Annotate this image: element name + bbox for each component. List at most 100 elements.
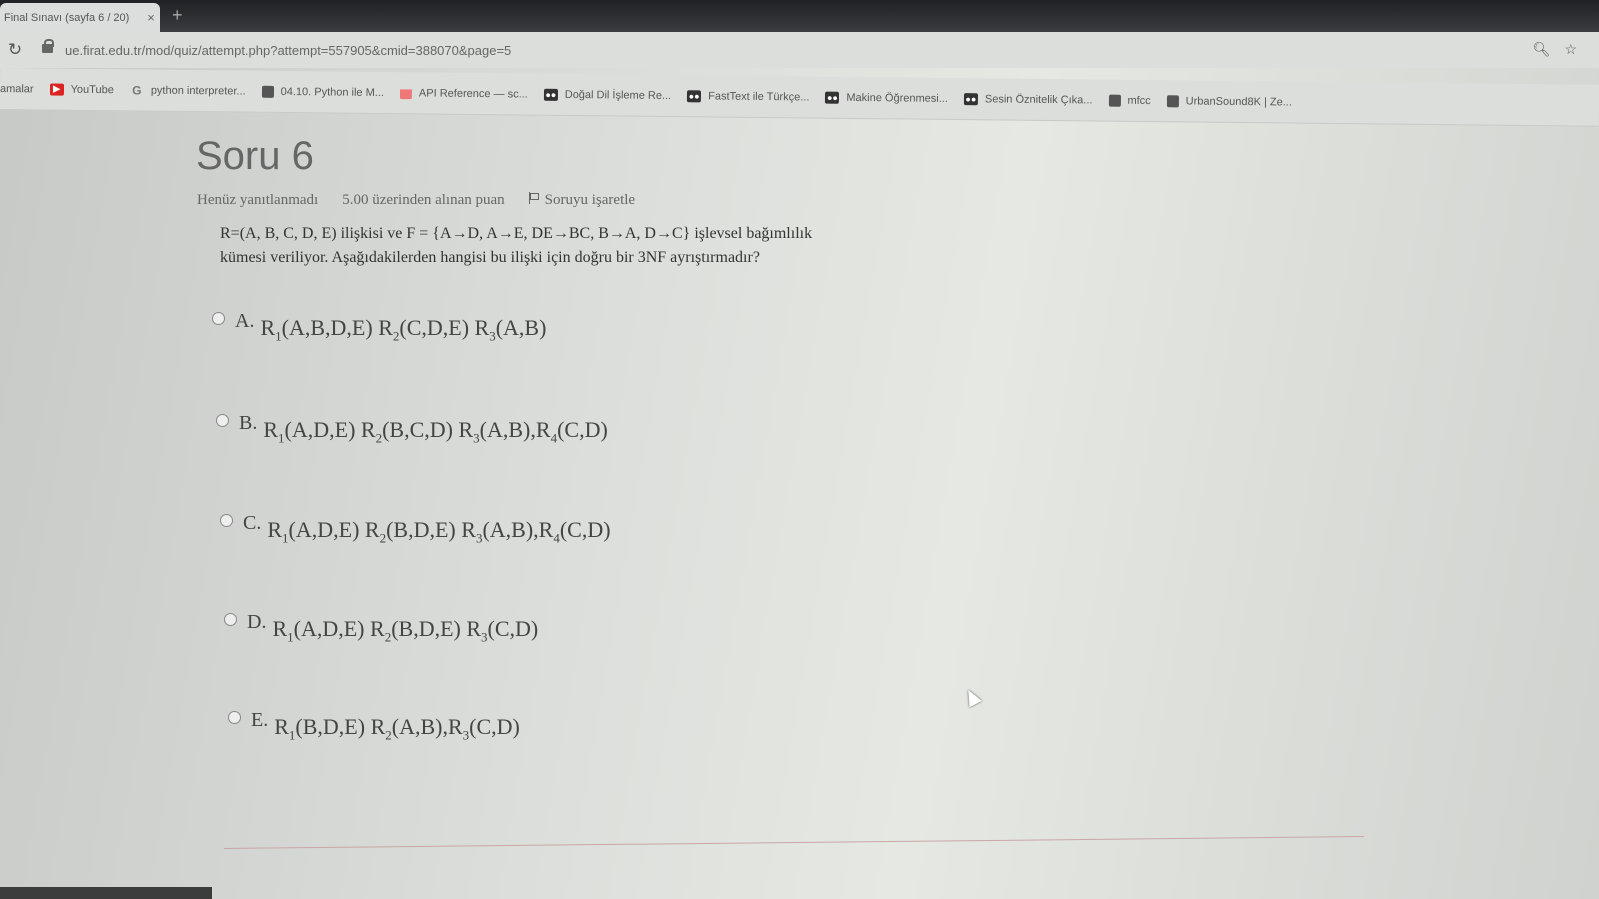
bookmark-item[interactable]: ●● Doğal Dil İşleme Re... [543, 88, 671, 102]
answer-radio[interactable] [216, 414, 229, 427]
bookmark-item[interactable]: amalar [0, 83, 34, 95]
google-icon: G [132, 82, 142, 97]
relation: R4(C,D) [535, 417, 608, 446]
bookmark-label: Sesin Öznitelik Çıka... [984, 92, 1093, 106]
answer-radio[interactable] [228, 711, 241, 724]
question-points: 5.00 üzerinden alınan puan [342, 192, 505, 208]
answer-option[interactable]: C. R1(A,D,E) R2(B,D,E) R3(A,B),R4(C,D) [220, 512, 611, 546]
new-tab-icon[interactable]: + [172, 5, 183, 26]
relation: R1(A,B,D,E) [260, 315, 378, 343]
flag-question-link[interactable]: Soruyu işaretle [528, 192, 636, 209]
globe-icon [1108, 94, 1121, 107]
bookmark-item[interactable]: UrbanSound8K | Ze... [1166, 94, 1292, 109]
youtube-icon: ▶ [49, 83, 64, 96]
question-text: R=(A, B, C, D, E) ilişkisi ve F = {A→D, … [220, 222, 920, 270]
reload-icon[interactable]: ↻ [1, 40, 29, 60]
relation: R1(A,D,E) [272, 616, 370, 644]
flag-icon [528, 192, 539, 204]
option-text: R1(B,D,E) R2(A,B),R3(C,D) [274, 714, 520, 743]
option-letter: D. [247, 611, 267, 633]
answer-option[interactable]: E. R1(B,D,E) R2(A,B),R3(C,D) [228, 709, 520, 743]
bookmark-item[interactable]: ●● FastText ile Türkçe... [687, 89, 809, 103]
bookmark-label: mfcc [1127, 94, 1151, 107]
bookmark-label: API Reference — sc... [418, 86, 528, 101]
bookmark-label: Makine Öğrenmesi... [846, 91, 948, 105]
relation: R2(B,D,E) [370, 616, 466, 644]
bookmark-item[interactable]: API Reference — sc... [399, 86, 528, 101]
relation-separator [469, 315, 475, 340]
relation-attributes: (A,D,E) [284, 417, 356, 442]
answer-radio[interactable] [220, 514, 233, 527]
mouse-cursor-icon [962, 686, 982, 708]
chart-icon [399, 86, 413, 99]
relation-attributes: (A,B), [482, 517, 539, 542]
relation-attributes: (C,D,E) [399, 315, 470, 340]
bookmark-item[interactable]: mfcc [1108, 94, 1151, 107]
answer-option[interactable]: D. R1(A,D,E) R2(B,D,E) R3(C,D) [224, 611, 538, 645]
lock-icon [41, 39, 55, 56]
bookmark-item[interactable]: 04.10. Python ile M... [261, 85, 384, 99]
bookmark-item[interactable]: ▶ YouTube [49, 83, 114, 96]
relation-attributes: (C,D) [469, 714, 520, 739]
url-text: ue.firat.edu.tr/mod/quiz/attempt.php?att… [65, 42, 512, 58]
zoom-icon[interactable]: 🔍︎ [1533, 41, 1551, 58]
relation: R3(C,D) [447, 714, 520, 743]
relation-attributes: (A,B), [391, 714, 448, 739]
option-text: R1(A,D,E) R2(B,D,E) R3(C,D) [272, 616, 538, 645]
address-bar[interactable]: ue.firat.edu.tr/mod/quiz/attempt.php?att… [41, 37, 1521, 63]
option-text: R1(A,D,E) R2(B,C,D) R3(A,B),R4(C,D) [263, 417, 607, 446]
page-title: Soru 6 [196, 134, 314, 178]
relation: R1(A,D,E) [267, 517, 365, 545]
tab-close-icon[interactable]: × [142, 10, 160, 25]
answer-radio[interactable] [212, 312, 225, 325]
question-info: Henüz yanıtlanmadı 5.00 üzerinden alınan… [197, 192, 635, 209]
question-text-line: R=(A, B, C, D, E) ilişkisi ve F = {A→D, … [220, 225, 813, 242]
relation: R2(B,C,D) [361, 417, 459, 445]
relation-attributes: (A,B), [479, 417, 536, 442]
relation-attributes: (C,D) [557, 417, 608, 442]
medium-icon: ●● [687, 89, 702, 102]
medium-icon: ●● [825, 91, 840, 104]
relation-attributes: (B,C,D) [382, 417, 453, 442]
relation: R1(B,D,E) [274, 714, 370, 742]
relation-attributes: (C,D) [559, 517, 611, 542]
relation-attributes: (C,D) [487, 616, 539, 641]
relation: R2(C,D,E) [378, 315, 475, 343]
answer-option[interactable]: B. R1(A,D,E) R2(B,C,D) R3(A,B),R4(C,D) [216, 412, 608, 446]
bookmark-label: amalar [0, 82, 34, 95]
option-text: R1(A,D,E) R2(B,D,E) R3(A,B),R4(C,D) [267, 517, 610, 546]
bookmark-item[interactable]: ●● Makine Öğrenmesi... [825, 91, 948, 104]
bookmark-star-icon[interactable]: ☆ [1564, 41, 1577, 58]
divider [223, 836, 1364, 849]
relation: R3(C,D) [466, 616, 539, 645]
relation: R4(C,D) [538, 517, 611, 546]
bookmark-label: YouTube [70, 83, 114, 96]
bookmark-label: python interpreter... [150, 84, 246, 98]
question-status: Henüz yanıtlanmadı [197, 192, 319, 208]
tab-title: Final Sınavı (sayfa 6 / 20) [4, 11, 130, 24]
option-letter: A. [235, 310, 255, 332]
relation-attributes: (B,D,E) [295, 714, 366, 739]
bookmark-item[interactable]: Gpython interpreter... [130, 82, 246, 98]
flag-label: Soruyu işaretle [544, 192, 636, 208]
option-letter: C. [243, 512, 262, 534]
option-text: R1(A,B,D,E) R2(C,D,E) R3(A,B) [260, 315, 546, 344]
relation: R3(A,B), [461, 517, 539, 546]
medium-icon: ●● [543, 88, 558, 101]
bookmark-item[interactable]: ●● Sesin Öznitelik Çıka... [963, 92, 1093, 106]
globe-icon [1166, 94, 1179, 107]
relation-attributes: (A,D,E) [293, 616, 365, 641]
relation: R2(A,B), [370, 714, 448, 743]
bookmark-label: UrbanSound8K | Ze... [1185, 94, 1292, 109]
answer-radio[interactable] [224, 613, 237, 626]
browser-toolbar: ↻ ue.firat.edu.tr/mod/quiz/attempt.php?a… [0, 32, 1599, 68]
tab-bar: Final Sınavı (sayfa 6 / 20) × + [0, 0, 1599, 32]
browser-tab[interactable]: Final Sınavı (sayfa 6 / 20) × [0, 3, 160, 32]
answer-option[interactable]: A. R1(A,B,D,E) R2(C,D,E) R3(A,B) [212, 310, 546, 344]
timer-bar [0, 887, 212, 899]
option-letter: B. [239, 412, 258, 434]
relation-attributes: (A,D,E) [288, 517, 360, 542]
option-letter: E. [251, 709, 269, 731]
relation: R3(A,B), [458, 417, 536, 446]
relation-attributes: (B,D,E) [386, 517, 456, 542]
